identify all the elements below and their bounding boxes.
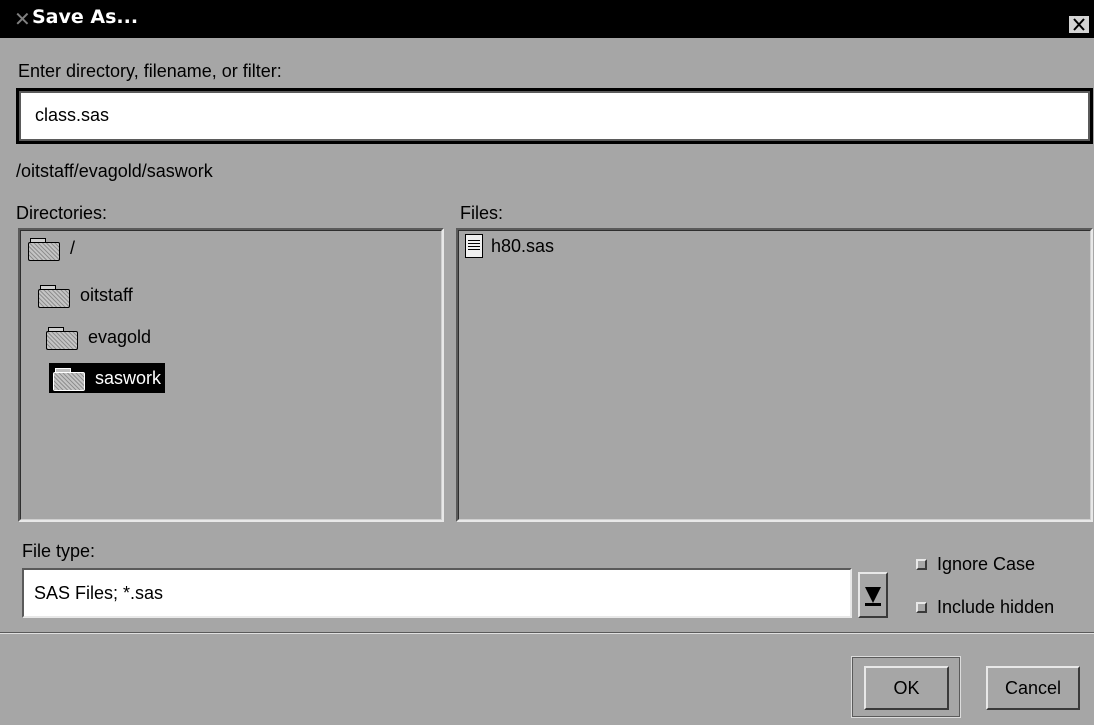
- close-icon: [1073, 18, 1085, 31]
- files-list[interactable]: [456, 228, 1093, 522]
- directory-item-evagold[interactable]: evagold: [46, 322, 151, 352]
- directory-label: saswork: [95, 367, 162, 388]
- filename-input-frame: class.sas: [16, 88, 1093, 144]
- filename-input[interactable]: class.sas: [21, 93, 1088, 139]
- folder-icon: [53, 365, 87, 391]
- current-path: /oitstaff/evagold/saswork: [16, 161, 213, 181]
- ignore-case-label: Ignore Case: [937, 553, 1036, 574]
- cancel-button[interactable]: Cancel: [986, 666, 1080, 710]
- ok-button[interactable]: OK: [864, 666, 949, 710]
- directory-label: oitstaff: [80, 284, 133, 305]
- directory-item-oitstaff[interactable]: oitstaff: [38, 280, 133, 310]
- file-type-label: File type:: [22, 541, 96, 561]
- window-menu-icon[interactable]: ✕: [14, 8, 32, 30]
- close-button[interactable]: [1068, 15, 1090, 34]
- document-icon: [465, 234, 483, 258]
- file-item[interactable]: h80.sas: [465, 232, 554, 260]
- entry-label: Enter directory, filename, or filter:: [18, 61, 282, 81]
- directory-label: /: [70, 237, 76, 258]
- triangle-down-icon: [865, 587, 881, 603]
- file-type-dropdown-button[interactable]: [858, 572, 888, 618]
- window-title: Save As...: [32, 6, 139, 28]
- folder-icon: [46, 324, 80, 350]
- folder-icon: [28, 235, 62, 261]
- folder-icon: [38, 282, 72, 308]
- title-bar[interactable]: ✕ Save As...: [0, 0, 1094, 38]
- ignore-case-checkbox[interactable]: [916, 558, 927, 570]
- include-hidden-toggle[interactable]: Include hidden: [916, 594, 1054, 620]
- directory-item-saswork[interactable]: saswork: [49, 363, 166, 393]
- separator: [0, 632, 1094, 634]
- directory-item-root[interactable]: /: [28, 233, 75, 263]
- directories-label: Directories:: [16, 203, 108, 223]
- file-label: h80.sas: [491, 235, 555, 256]
- directory-label: evagold: [88, 326, 152, 347]
- file-type-select[interactable]: SAS Files; *.sas: [22, 568, 852, 618]
- include-hidden-checkbox[interactable]: [916, 601, 927, 613]
- include-hidden-label: Include hidden: [937, 596, 1055, 617]
- files-label: Files:: [460, 203, 504, 223]
- ignore-case-toggle[interactable]: Ignore Case: [916, 551, 1035, 577]
